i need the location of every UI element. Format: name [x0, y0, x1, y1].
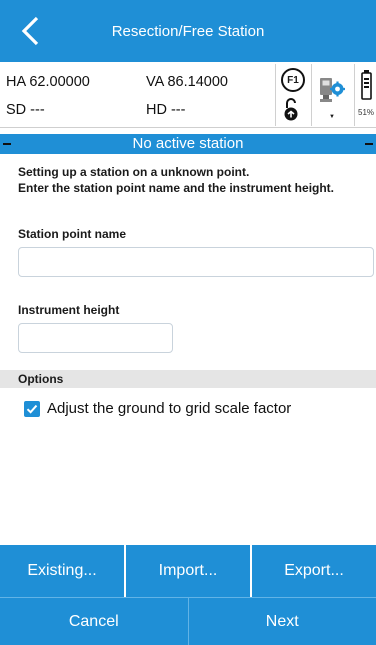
- divider: [275, 64, 276, 126]
- instruction-line-2: Enter the station point name and the ins…: [18, 181, 335, 195]
- instruction-line-1: Setting up a station on a unknown point.: [18, 165, 250, 179]
- divider: [354, 64, 355, 126]
- horizontal-distance-value: HD ---: [146, 102, 186, 118]
- instructions: Setting up a station on a unknown point.…: [18, 164, 376, 196]
- import-button[interactable]: Import...: [126, 545, 252, 597]
- measurement-panel: HA 62.00000 VA 86.14000 SD --- HD --- F1…: [0, 62, 376, 128]
- station-point-name-input[interactable]: [18, 247, 374, 277]
- existing-button[interactable]: Existing...: [0, 545, 126, 597]
- station-status-text: No active station: [132, 135, 244, 152]
- back-button[interactable]: [0, 0, 60, 62]
- footer-bar: Cancel Next: [0, 597, 376, 645]
- adjust-scale-factor-checkbox[interactable]: [24, 400, 40, 417]
- cancel-button[interactable]: Cancel: [0, 598, 189, 645]
- vertical-angle-value: VA 86.14000: [146, 74, 228, 90]
- station-point-name-label: Station point name: [18, 227, 126, 241]
- status-bar-right-marker: [365, 143, 373, 145]
- page-title: Resection/Free Station: [111, 22, 265, 40]
- checkmark-icon: [26, 404, 38, 414]
- f1-button[interactable]: F1: [281, 68, 305, 92]
- back-chevron-icon: [21, 16, 39, 46]
- chevron-down-icon[interactable]: ▼: [329, 114, 335, 120]
- title-bar: Resection/Free Station: [0, 0, 376, 62]
- adjust-scale-factor-option[interactable]: Adjust the ground to grid scale factor: [24, 400, 291, 417]
- station-config-icon[interactable]: [318, 76, 346, 106]
- status-bar-left-marker: [3, 143, 11, 145]
- instrument-height-input[interactable]: [18, 323, 173, 353]
- station-status-bar: No active station: [0, 134, 376, 154]
- slope-distance-value: SD ---: [6, 102, 45, 118]
- battery-percentage: 51%: [358, 108, 375, 117]
- horizontal-angle-value: HA 62.00000: [6, 74, 90, 90]
- battery-icon: [361, 70, 372, 100]
- action-bar: Existing... Import... Export...: [0, 545, 376, 597]
- instrument-height-label: Instrument height: [18, 303, 120, 317]
- export-button[interactable]: Export...: [252, 545, 376, 597]
- next-button[interactable]: Next: [189, 598, 376, 645]
- f1-icon: F1: [287, 74, 299, 86]
- adjust-scale-factor-label: Adjust the ground to grid scale factor: [47, 400, 292, 417]
- lock-icon[interactable]: [283, 96, 299, 122]
- options-section-header: Options: [0, 370, 376, 388]
- divider: [311, 64, 312, 126]
